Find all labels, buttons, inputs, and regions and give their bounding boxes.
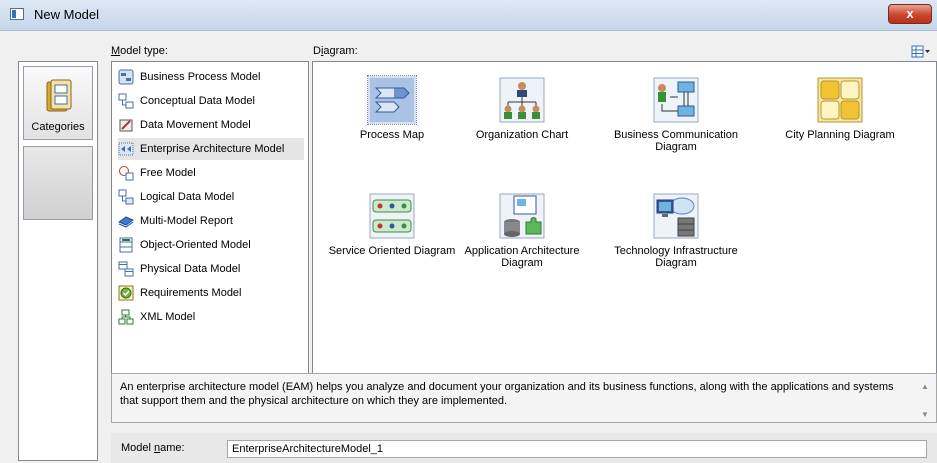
title-bar: New Model x	[0, 0, 937, 31]
diagram-label-rest: agram:	[323, 45, 358, 57]
diagram-application-architecture[interactable]: Application Architecture Diagram	[457, 192, 587, 282]
diagram-label: Application Architecture Diagram	[464, 245, 580, 269]
object-oriented-icon	[119, 237, 133, 253]
model-type-multi-model-report[interactable]: Multi-Model Report	[118, 210, 304, 232]
diagram-label: City Planning Diagram	[785, 129, 895, 141]
organization-chart-icon	[499, 77, 545, 123]
data-movement-icon	[119, 119, 133, 132]
technology-infrastructure-icon	[653, 193, 699, 239]
window-title: New Model	[34, 7, 100, 22]
model-type-label: Enterprise Architecture Model	[140, 143, 285, 155]
diagram-label-pre: D	[313, 45, 321, 57]
application-architecture-icon	[499, 193, 545, 239]
categories-icon	[46, 79, 72, 112]
model-type-label: XML Model	[140, 311, 196, 323]
model-type-label: Logical Data Model	[140, 191, 235, 203]
model-name-label-pre: Model	[121, 442, 155, 454]
diagram-label: Diagram:	[313, 45, 358, 57]
model-name-input[interactable]: EnterpriseArchitectureModel_1	[227, 440, 927, 458]
model-type-xml[interactable]: XML Model	[118, 306, 304, 328]
model-type-label-accel: M	[111, 45, 121, 57]
new-model-dialog: New Model x Categories Model type: Diagr…	[0, 0, 937, 463]
categories-pane: Categories	[18, 61, 98, 461]
xml-model-icon	[118, 309, 134, 325]
model-type-label: Object-Oriented Model	[140, 239, 251, 251]
diagram-label: Technology Infrastructure Diagram	[614, 245, 738, 269]
model-type-requirements[interactable]: Requirements Model	[118, 282, 304, 304]
model-type-label: Conceptual Data Model	[140, 95, 255, 107]
city-planning-icon	[817, 77, 863, 123]
model-type-label: Multi-Model Report	[140, 215, 233, 227]
diagram-label: Organization Chart	[475, 129, 569, 141]
view-mode-icon[interactable]	[911, 45, 931, 59]
model-type-object-oriented[interactable]: Object-Oriented Model	[118, 234, 304, 256]
diagram-organization-chart[interactable]: Organization Chart	[457, 76, 587, 166]
model-type-label: Physical Data Model	[140, 263, 241, 275]
diagram-technology-infrastructure[interactable]: Technology Infrastructure Diagram	[611, 192, 741, 282]
model-description: An enterprise architecture model (EAM) h…	[111, 373, 937, 423]
model-type-free[interactable]: Free Model	[118, 162, 304, 184]
window-icon	[10, 8, 24, 20]
service-oriented-icon	[369, 193, 415, 239]
model-type-conceptual-data[interactable]: Conceptual Data Model	[118, 90, 304, 112]
physical-data-icon	[118, 261, 134, 277]
scroll-up-icon[interactable]: ▲	[920, 380, 930, 391]
model-type-business-process[interactable]: Business Process Model	[118, 66, 304, 88]
free-model-icon	[119, 166, 134, 181]
diagram-label: Service Oriented Diagram	[328, 245, 456, 257]
categories-blank-button[interactable]	[23, 146, 93, 220]
model-name-label-rest: ame:	[160, 442, 185, 454]
scroll-down-icon[interactable]: ▼	[920, 408, 930, 419]
business-communication-icon	[653, 77, 699, 123]
description-text: An enterprise architecture model (EAM) h…	[120, 381, 894, 407]
requirements-icon	[118, 285, 134, 301]
model-type-label-rest: odel type:	[120, 45, 168, 57]
diagram-business-communication[interactable]: Business Communication Diagram	[611, 76, 741, 166]
categories-label: Categories	[31, 121, 85, 133]
enterprise-architecture-icon	[118, 142, 134, 156]
categories-button[interactable]: Categories	[23, 66, 93, 140]
model-type-label: Business Process Model	[140, 71, 261, 83]
diagram-label: Process Map	[359, 129, 425, 141]
model-type-enterprise-architecture[interactable]: Enterprise Architecture Model	[118, 138, 304, 160]
logical-data-icon	[118, 189, 134, 205]
model-type-physical-data[interactable]: Physical Data Model	[118, 258, 304, 280]
process-map-icon	[367, 75, 417, 125]
diagram-process-map[interactable]: Process Map	[327, 75, 457, 166]
conceptual-data-icon	[118, 93, 134, 109]
model-type-label: Requirements Model	[140, 287, 242, 299]
model-name-label: Model name:	[121, 442, 185, 454]
close-button[interactable]: x	[888, 4, 932, 24]
model-type-logical-data[interactable]: Logical Data Model	[118, 186, 304, 208]
diagram-label: Business Communication Diagram	[613, 129, 739, 153]
diagram-list: Process Map Organization Chart Business …	[312, 61, 937, 376]
diagram-city-planning[interactable]: City Planning Diagram	[775, 76, 905, 166]
dialog-client: Categories Model type: Diagram: Business…	[8, 31, 937, 463]
model-type-label: Model type:	[111, 45, 168, 57]
model-type-data-movement[interactable]: Data Movement Model	[118, 114, 304, 136]
diagram-service-oriented[interactable]: Service Oriented Diagram	[327, 192, 457, 282]
model-type-label: Free Model	[140, 167, 196, 179]
model-type-label: Data Movement Model	[140, 119, 251, 131]
business-process-icon	[118, 69, 134, 85]
model-type-list: Business Process Model Conceptual Data M…	[111, 61, 309, 376]
multi-model-report-icon	[118, 216, 134, 228]
